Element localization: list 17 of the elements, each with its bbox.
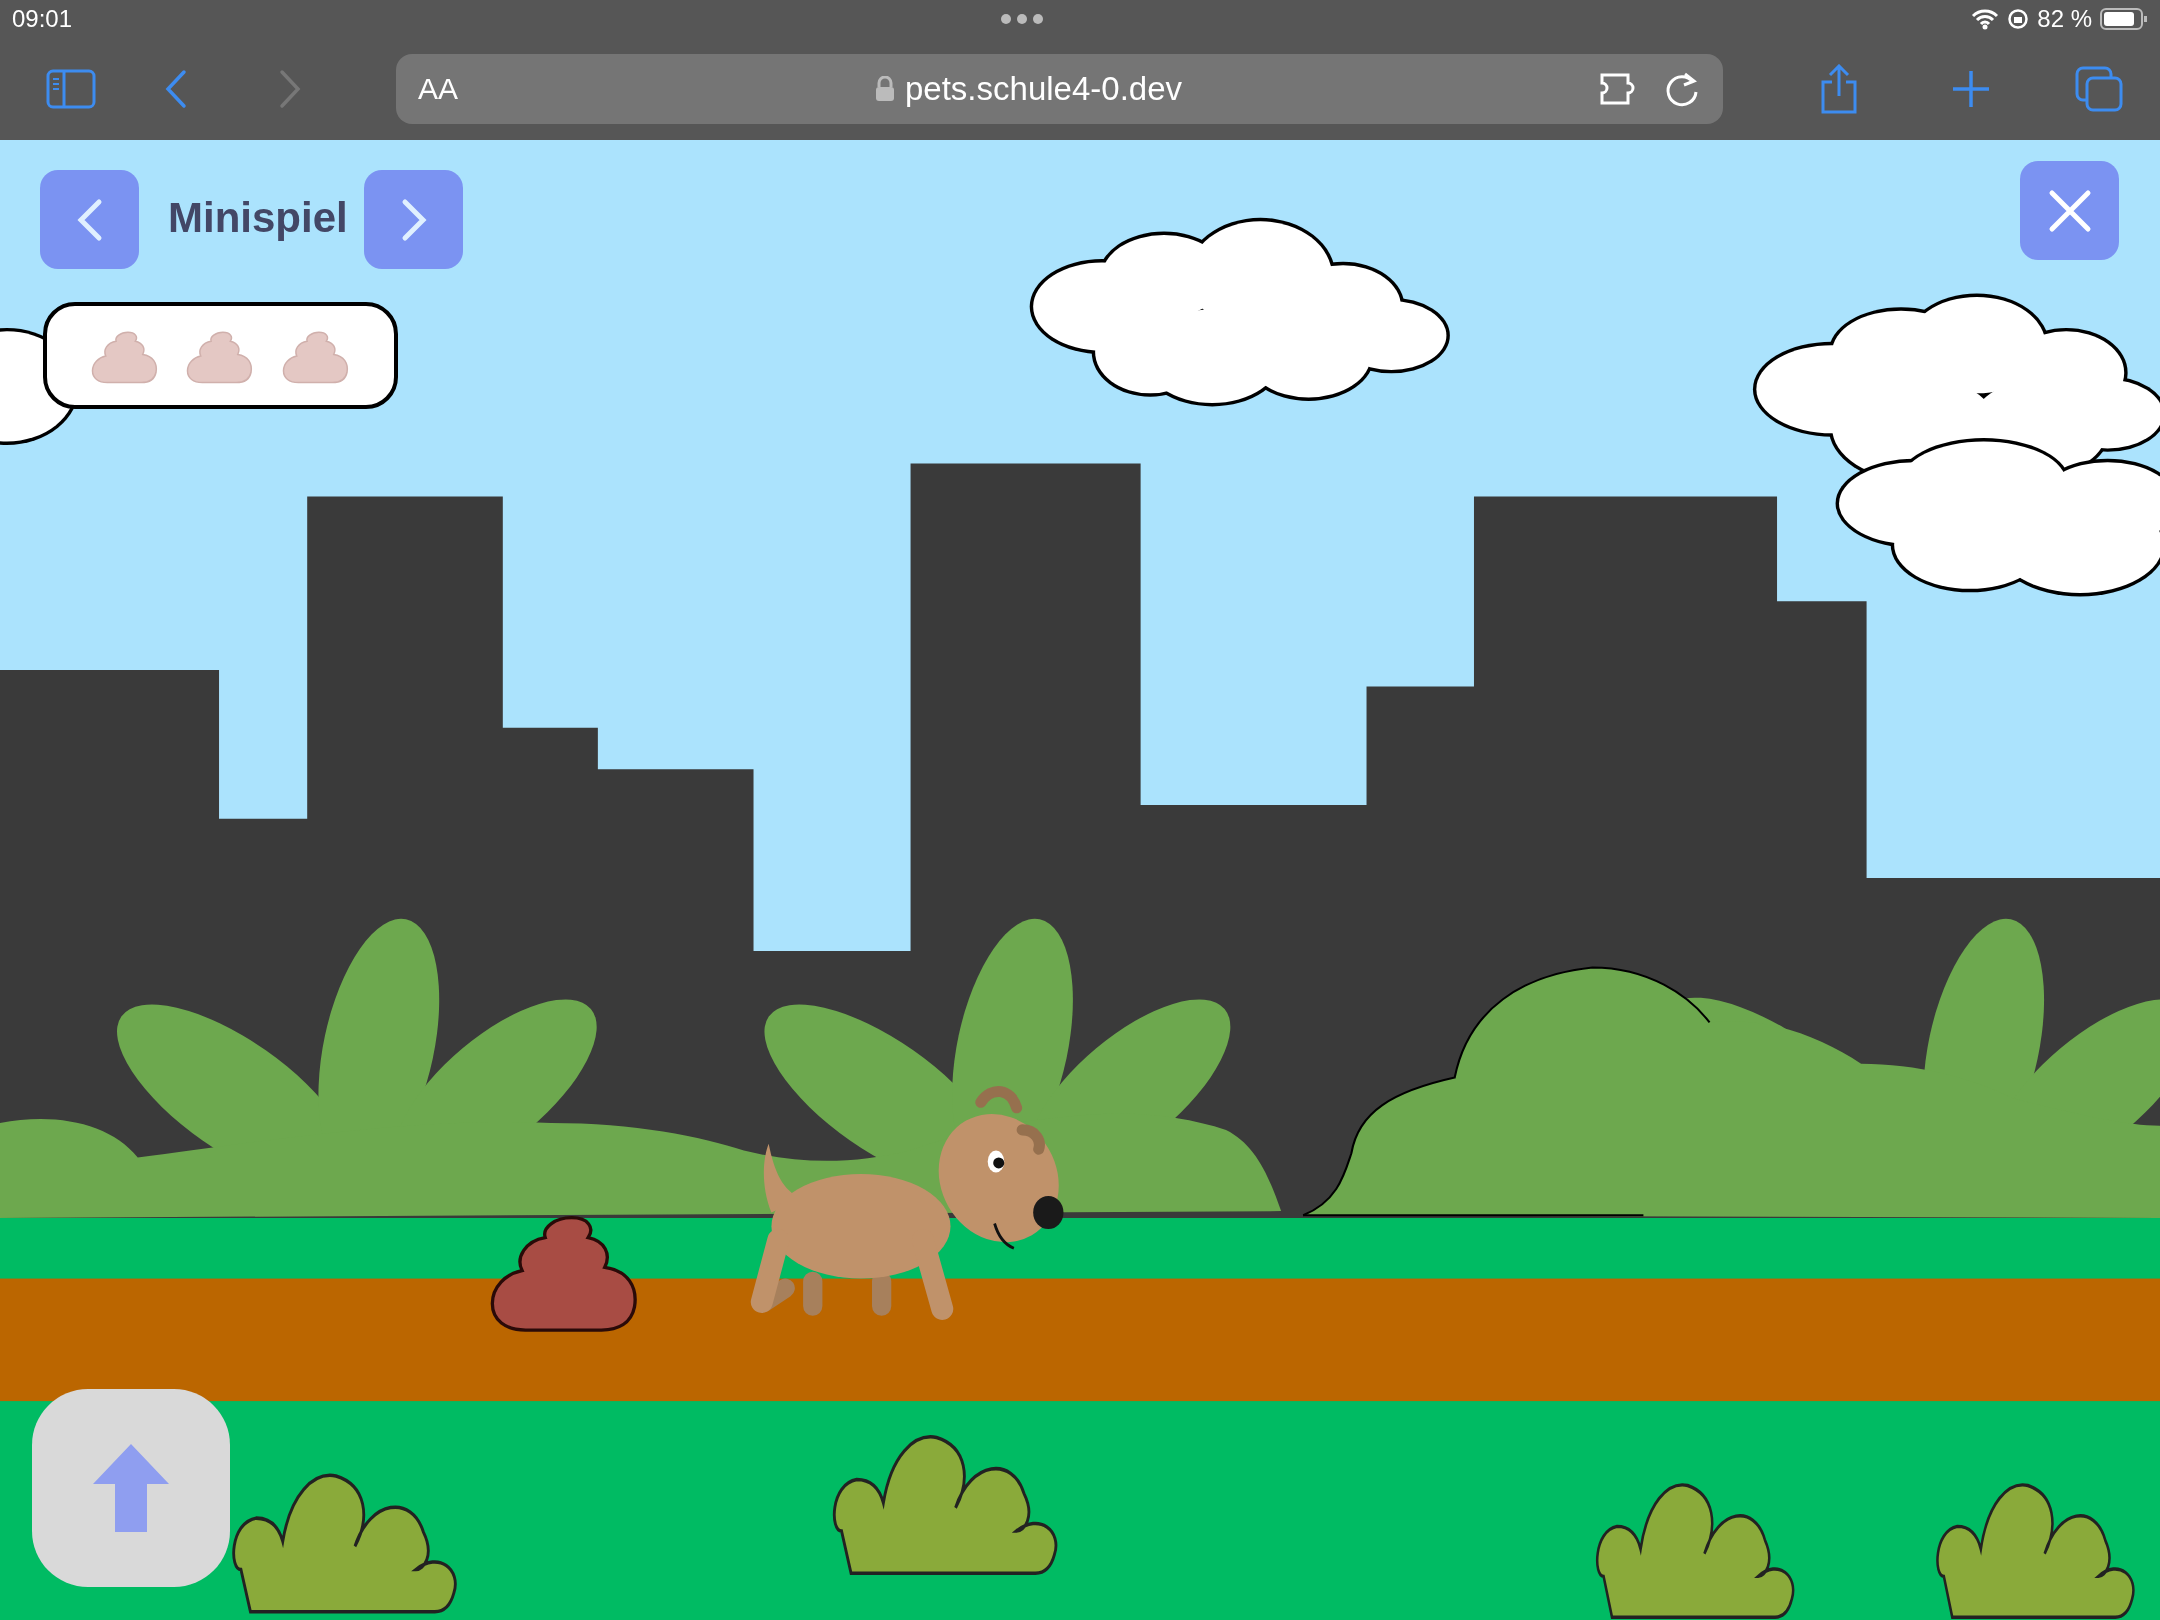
battery-percent: 82 %	[2037, 5, 2092, 33]
more-dots-icon[interactable]	[999, 13, 1044, 25]
jump-button[interactable]	[32, 1389, 230, 1587]
close-icon	[2047, 188, 2092, 233]
up-arrow-icon	[91, 1442, 171, 1534]
next-button[interactable]	[364, 170, 463, 269]
close-button[interactable]	[2020, 161, 2119, 260]
status-time: 09:01	[12, 5, 73, 33]
rotation-lock-icon	[2007, 8, 2030, 30]
lock-icon	[875, 76, 895, 102]
battery-icon	[2100, 7, 2148, 31]
url-text: pets.schule4-0.dev	[905, 70, 1182, 108]
game-title: Minispiel	[168, 194, 348, 242]
text-size-button[interactable]: AA	[418, 72, 459, 106]
address-bar[interactable]: AA pets.schule4-0.dev	[396, 54, 1723, 124]
previous-button[interactable]	[40, 170, 139, 269]
wifi-icon	[1971, 8, 2000, 30]
